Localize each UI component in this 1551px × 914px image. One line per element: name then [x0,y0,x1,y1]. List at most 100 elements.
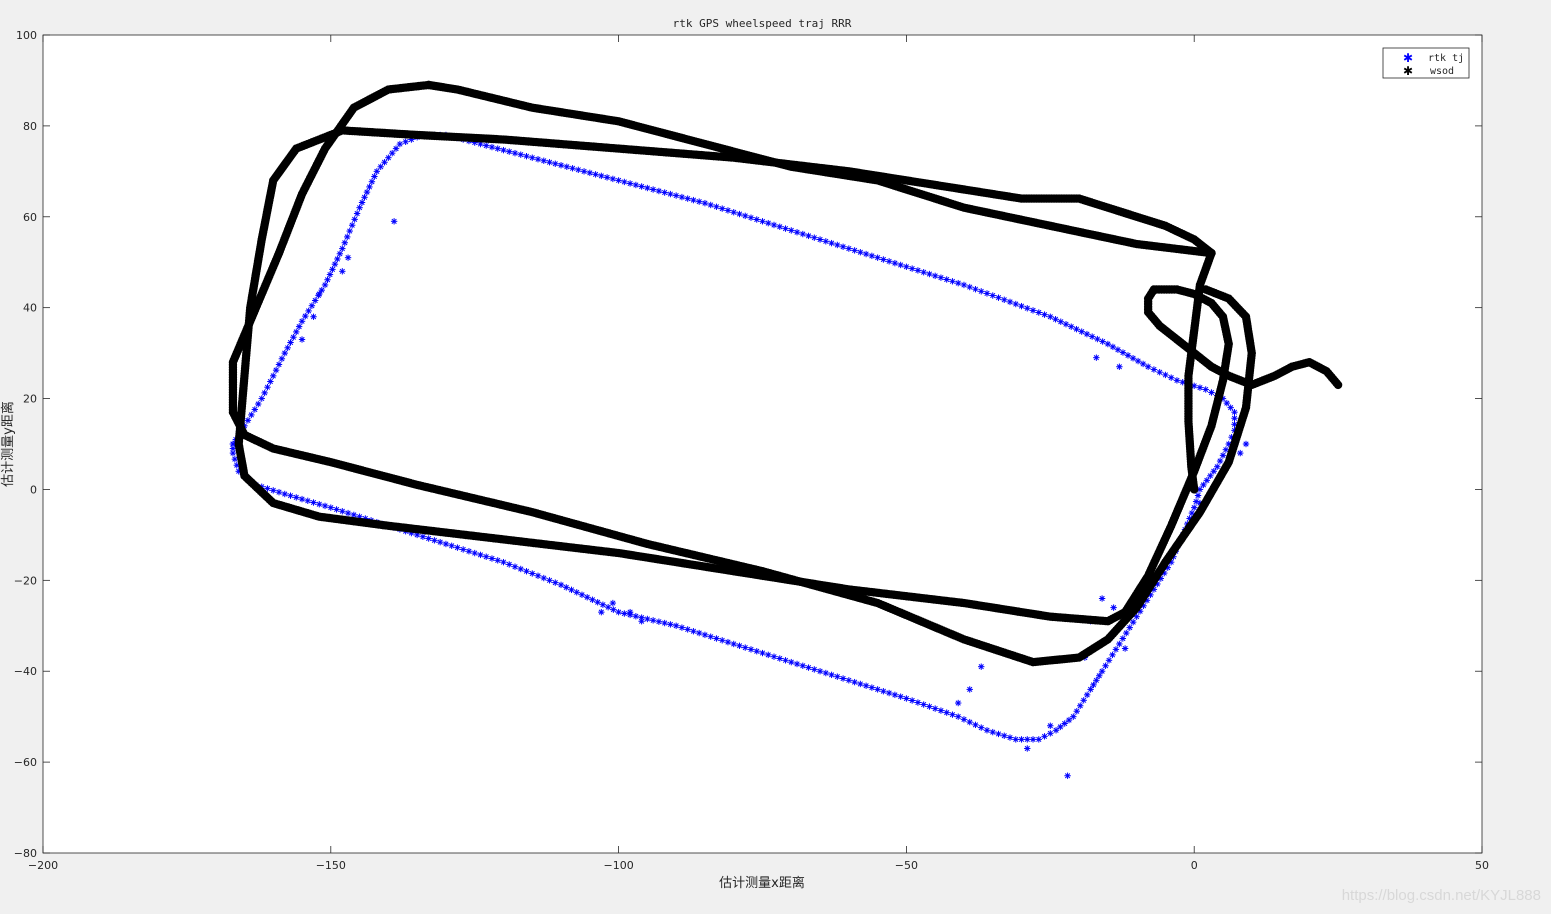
rtk-point [270,487,277,494]
rtk-point [290,334,297,341]
rtk-point [822,238,830,245]
rtk-point [765,651,772,659]
rtk-point [305,307,312,315]
rtk-point [903,695,910,702]
rtk-point [885,258,893,265]
rtk-point [937,707,945,714]
rtk-point [251,406,259,413]
rtk-point [926,270,933,278]
rtk-point [1109,651,1116,659]
rtk-point [281,490,288,498]
rtk-point [1105,657,1113,664]
legend: ✱ rtk tj ✱ wsod [1382,47,1470,79]
rtk-point [626,180,634,187]
rtk-point [1162,371,1169,379]
rtk-point [747,646,755,653]
rtk-point [267,378,274,385]
rtk-point [816,236,824,243]
y-tick-label: 80 [23,120,37,133]
y-tick-label: −40 [14,665,37,678]
rtk-point [264,383,271,391]
rtk-point [442,540,450,548]
rtk-point [339,245,346,252]
rtk-point [1041,733,1048,740]
rtk-point [1126,624,1133,631]
rtk-point [471,549,478,557]
rtk-point [1119,635,1127,642]
rtk-point [839,243,847,250]
rtk-point [500,146,507,154]
y-axis-label: 估计测量y距离 [0,401,16,487]
rtk-point [1134,357,1142,365]
rtk-point [557,581,565,589]
rtk-point [828,671,835,679]
rtk-point [1001,732,1008,739]
rtk-point [805,232,812,240]
rtk-point [678,624,686,631]
rtk-point [638,183,645,190]
legend-label-rtk: rtk tj [1428,53,1464,64]
rtk-point [523,568,530,575]
figure: rtk GPS wheelspeed traj RRR −200 −150 −100… [0,0,1551,914]
rtk-point [586,169,594,177]
rtk-outlier-point [638,618,645,625]
rtk-point [845,677,853,684]
rtk-point [534,572,542,579]
rtk-point [667,190,674,198]
rtk-point [1104,340,1112,348]
rtk-point [1129,355,1137,362]
rtk-point [753,216,760,223]
rtk-outlier-point [1093,354,1100,361]
rtk-point [529,570,536,577]
rtk-point [511,563,519,570]
rtk-point [857,680,864,688]
rtk-point [695,198,703,205]
rtk-point [788,227,795,234]
rtk-point [920,701,927,708]
rtk-point [465,548,473,555]
rtk-point [302,312,309,320]
rtk-point [644,615,651,623]
rtk-point [436,538,444,546]
x-tick-label: −100 [603,859,633,872]
rtk-point [1080,697,1087,704]
rtk-point [914,267,922,274]
rtk-point [839,675,847,682]
rtk-point [293,328,300,336]
rtk-point [1024,305,1031,312]
rtk-point [966,283,973,291]
rtk-point [1041,311,1048,318]
rtk-point [793,229,801,236]
rtk-point [759,218,766,225]
rtk-point [1207,472,1214,480]
rtk-point [914,699,922,706]
rtk-point [546,159,553,166]
rtk-point [1219,452,1227,459]
rtk-point [937,274,945,281]
rtk-point [805,664,812,671]
rtk-point [880,256,887,263]
rtk-point [310,499,317,506]
rtk-point [488,555,496,562]
rtk-point [920,269,927,276]
rtk-outlier-point [1116,363,1123,370]
rtk-point [661,619,668,627]
rtk-point [621,178,628,186]
rtk-point [552,579,559,586]
rtk-point [272,366,280,374]
rtk-point [483,553,490,560]
rtk-point [1047,730,1054,737]
rtk-point [385,154,392,161]
rtk-point [270,372,277,380]
rtk-point [960,716,968,723]
rtk-point [782,225,789,232]
rtk-point [534,156,542,163]
rtk-point [955,713,962,720]
rtk-point [644,184,651,192]
rtk-point [454,544,461,551]
rtk-point [995,294,1002,301]
y-tick-label: 20 [23,393,37,406]
legend-label-wsod: wsod [1430,66,1454,77]
rtk-point [311,297,319,304]
rtk-outlier-point [339,268,346,275]
